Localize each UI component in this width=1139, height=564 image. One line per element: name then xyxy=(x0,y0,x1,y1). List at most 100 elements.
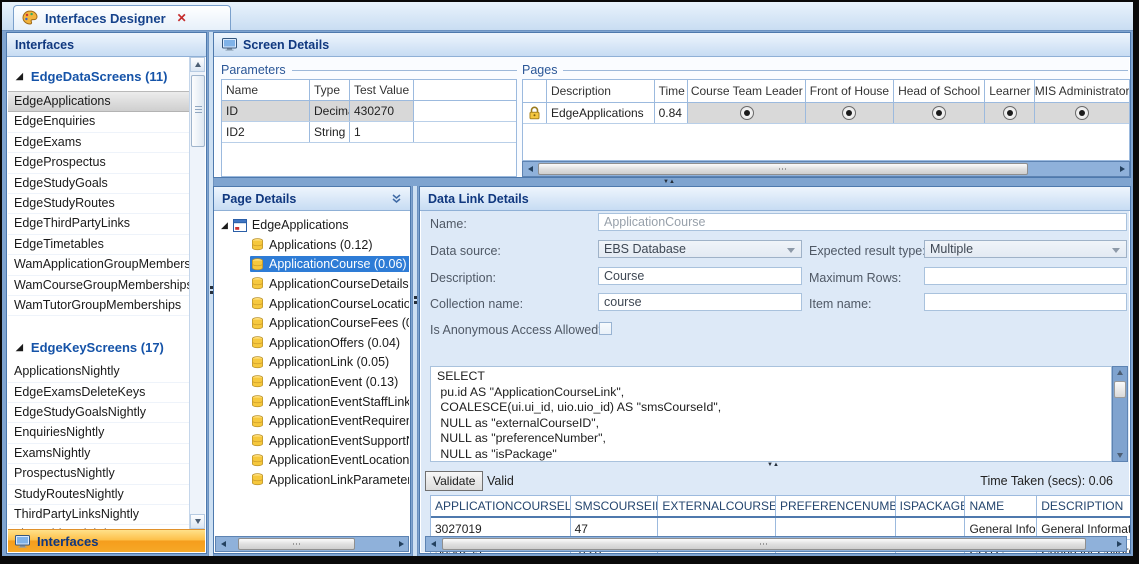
tree-node-label[interactable]: ApplicationEvent (0.13) xyxy=(269,375,398,389)
tree-node[interactable]: ApplicationEventSupportNe xyxy=(215,431,409,451)
tree-root-label[interactable]: EdgeApplications xyxy=(252,218,349,232)
sql-splitter-handle[interactable]: ▼▲ xyxy=(761,462,785,468)
scroll-thumb[interactable] xyxy=(442,538,1086,550)
maximum-rows-field[interactable] xyxy=(924,267,1127,285)
scroll-down-button[interactable] xyxy=(1117,453,1123,458)
col-course-team-leader[interactable]: Course Team Leader xyxy=(688,80,807,102)
tree-node[interactable]: Applications (0.12) xyxy=(215,235,409,255)
radio-head-of-school[interactable] xyxy=(893,103,986,123)
collapse-chevron-icon[interactable] xyxy=(391,193,402,204)
col-name[interactable]: Name xyxy=(222,80,310,100)
tree-node[interactable]: ApplicationEvent (0.13) xyxy=(215,372,409,392)
col-head-of-school[interactable]: Head of School xyxy=(893,80,986,102)
tree-node[interactable]: ApplicationEventStaffLink (0 xyxy=(215,392,409,412)
scroll-thumb[interactable] xyxy=(1114,381,1126,398)
radio-learner[interactable] xyxy=(985,103,1036,123)
scroll-right-button[interactable] xyxy=(1112,537,1126,551)
sidebar-list-item[interactable]: EdgeTimetables xyxy=(8,235,190,256)
sidebar-list-item[interactable]: EdgeProspectus xyxy=(8,153,190,174)
scroll-left-button[interactable] xyxy=(426,537,440,551)
param-type-cell[interactable]: String xyxy=(310,122,350,142)
scroll-thumb[interactable] xyxy=(538,163,1028,175)
scroll-up-button[interactable] xyxy=(190,57,205,72)
sidebar-list-item[interactable]: ThirdPartyLinksNightly xyxy=(8,505,190,526)
pages-row-edgeapplications[interactable]: EdgeApplications 0.84 xyxy=(523,103,1129,124)
tree-node-label[interactable]: ApplicationEventSupportNe xyxy=(269,434,409,448)
tree-node[interactable]: ApplicationOffers (0.04) xyxy=(215,333,409,353)
sidebar-list-item[interactable]: StudyRoutesNightly xyxy=(8,485,190,506)
col-front-of-house[interactable]: Front of House xyxy=(806,80,894,102)
sql-query-textarea[interactable]: SELECT pu.id AS "ApplicationCourseLink",… xyxy=(430,366,1112,462)
col-type[interactable]: Type xyxy=(310,80,350,100)
sidebar-list-item[interactable]: ApplicationsNightly xyxy=(8,362,190,383)
param-name-cell[interactable]: ID2 xyxy=(222,122,310,142)
col-description[interactable]: DESCRIPTION xyxy=(1037,496,1130,516)
sidebar-list-item[interactable]: WamTutorGroupMemberships xyxy=(8,296,190,317)
sidebar-list-item[interactable]: ExamsNightly xyxy=(8,444,190,465)
sidebar-list-item[interactable]: EdgeExamsDeleteKeys xyxy=(8,383,190,404)
tree-node[interactable]: ApplicationCourseDetails (0 xyxy=(215,274,409,294)
radio-mis-administrator[interactable] xyxy=(1035,103,1129,123)
tree-node-label[interactable]: Applications (0.12) xyxy=(269,238,373,252)
group-header-edgedatascreens[interactable]: ◢ EdgeDataScreens (11) xyxy=(8,61,190,91)
tree-node-label[interactable]: ApplicationLink (0.05) xyxy=(269,355,389,369)
panel-splitter-vertical[interactable] xyxy=(412,186,418,556)
tree-node[interactable]: ApplicationEventLocationLi xyxy=(215,451,409,471)
sidebar-list-item[interactable]: WamApplicationGroupMembersh xyxy=(8,255,190,276)
anonymous-access-checkbox[interactable] xyxy=(599,322,612,335)
pages-horizontal-scrollbar[interactable] xyxy=(522,161,1130,177)
sidebar-list-item[interactable]: EdgeStudyGoals xyxy=(8,174,190,194)
scroll-thumb[interactable] xyxy=(238,538,355,550)
parameter-row[interactable]: ID2 String 1 xyxy=(222,122,516,143)
collection-name-field[interactable]: course xyxy=(598,293,802,311)
data-link-horizontal-scrollbar[interactable] xyxy=(425,536,1127,552)
group-header-edgekeyscreens[interactable]: ◢ EdgeKeyScreens (17) xyxy=(8,332,190,362)
sidebar-scrollbar[interactable] xyxy=(189,57,205,529)
page-details-horizontal-scrollbar[interactable] xyxy=(215,536,409,552)
col-test-value[interactable]: Test Value xyxy=(350,80,414,100)
sidebar-list-item[interactable]: EdgeEnquiries xyxy=(8,112,190,133)
tree-node-label[interactable]: ApplicationOffers (0.04) xyxy=(269,336,400,350)
sidebar-list-item[interactable]: EdgeApplications xyxy=(8,91,190,113)
tree-node-label[interactable]: ApplicationCourse (0.06) xyxy=(269,257,407,271)
tree-node-label[interactable]: ApplicationEventLocationLi xyxy=(269,453,409,467)
tree-node-label[interactable]: ApplicationCourseLocation xyxy=(269,297,409,311)
col-preferencenumber[interactable]: PREFERENCENUMBER xyxy=(776,496,896,516)
scroll-left-button[interactable] xyxy=(523,162,537,176)
radio-front-of-house[interactable] xyxy=(806,103,894,123)
validate-button[interactable]: Validate xyxy=(425,471,484,491)
scroll-thumb[interactable] xyxy=(191,75,205,147)
scroll-right-button[interactable] xyxy=(394,537,408,551)
param-test-value-cell[interactable]: 1 xyxy=(350,122,414,142)
sidebar-list-item[interactable]: EdgeExams xyxy=(8,133,190,154)
expander-icon[interactable]: ◢ xyxy=(16,71,23,82)
radio-course-team-leader[interactable] xyxy=(688,103,807,123)
tree-node-label[interactable]: ApplicationLinkParameters xyxy=(269,473,409,487)
tree-node[interactable]: ApplicationCourseLocation xyxy=(215,294,409,314)
data-source-select[interactable]: EBS Database xyxy=(598,240,802,258)
sidebar-list-item[interactable]: ProspectusNightly xyxy=(8,464,190,485)
expected-result-type-select[interactable]: Multiple xyxy=(924,240,1127,258)
param-name-cell[interactable]: ID xyxy=(222,101,310,121)
description-field[interactable]: Course xyxy=(598,267,802,285)
page-description-cell[interactable]: EdgeApplications xyxy=(546,103,655,123)
tree-root-edgeapplications[interactable]: ◢ EdgeApplications xyxy=(215,215,409,235)
horizontal-splitter-handle[interactable]: ▼▲ xyxy=(657,179,681,185)
tree-node-label[interactable]: ApplicationEventStaffLink (0 xyxy=(269,395,409,409)
expander-icon[interactable]: ◢ xyxy=(221,220,228,231)
col-applicationcourselink[interactable]: APPLICATIONCOURSELINK xyxy=(431,496,571,516)
col-learner[interactable]: Learner xyxy=(985,80,1036,102)
col-externalcourseid[interactable]: EXTERNALCOURSEID xyxy=(658,496,776,516)
scroll-down-button[interactable] xyxy=(190,514,205,529)
name-field[interactable]: ApplicationCourse xyxy=(598,213,1127,231)
parameter-row[interactable]: ID Decimal 430270 xyxy=(222,101,516,122)
param-test-value-cell[interactable]: 430270 xyxy=(350,101,414,121)
tree-node[interactable]: ApplicationCourseFees (0.0 xyxy=(215,313,409,333)
tree-node-label[interactable]: ApplicationEventRequireme xyxy=(269,414,409,428)
tab-interfaces-designer[interactable]: Interfaces Designer ✕ xyxy=(13,5,231,30)
col-mis-administrator[interactable]: MIS Administrator xyxy=(1035,80,1129,102)
sidebar-list-item[interactable]: EdgeStudyRoutes xyxy=(8,194,190,215)
col-smscourseid[interactable]: SMSCOURSEID xyxy=(571,496,659,516)
sidebar-list-item[interactable]: EnquiriesNightly xyxy=(8,423,190,444)
expander-icon[interactable]: ◢ xyxy=(16,342,23,353)
